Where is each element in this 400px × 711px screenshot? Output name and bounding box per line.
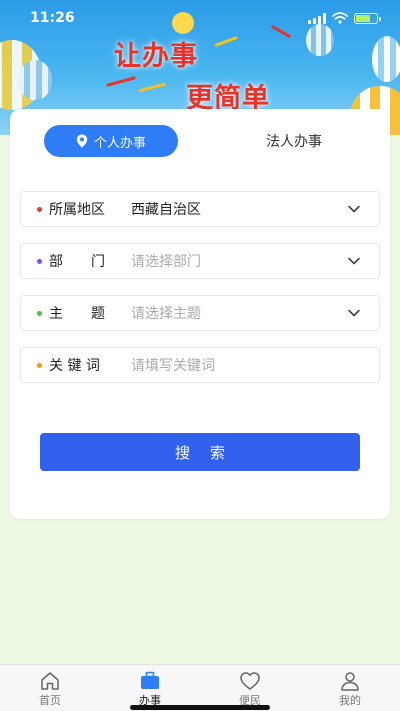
region-label: 所属地区: [49, 202, 105, 218]
keyword-input[interactable]: 关 键 词 请填写关键词: [20, 347, 380, 383]
topic-select[interactable]: 主 题 请选择主题: [20, 295, 380, 331]
status-time: 11:26: [30, 10, 75, 26]
required-dot: [37, 206, 42, 212]
search-button[interactable]: 搜索: [40, 433, 360, 471]
search-button-label: 搜索: [174, 443, 245, 462]
status-icons: [308, 12, 381, 24]
wifi-icon: [332, 12, 348, 24]
region-select[interactable]: 所属地区 西藏自治区: [20, 191, 380, 227]
home-icon: [41, 672, 59, 690]
status-bar: 11:26: [0, 0, 400, 36]
location-pin-icon: [76, 134, 88, 148]
tab-personal[interactable]: 个人办事: [44, 125, 178, 157]
slogan-line-1: 让办事: [114, 41, 198, 72]
balloon-decoration: [372, 36, 400, 82]
user-icon: [341, 672, 359, 691]
chevron-down-icon: [348, 309, 360, 317]
nav-home[interactable]: 首页: [0, 665, 100, 711]
decorative-stroke: [138, 82, 166, 93]
chevron-down-icon: [348, 257, 360, 265]
home-indicator: [130, 705, 270, 710]
battery-icon: [354, 12, 381, 24]
topic-placeholder: 请选择主题: [131, 306, 201, 322]
decorative-stroke: [106, 76, 136, 87]
keyword-placeholder: 请填写关键词: [131, 358, 215, 374]
required-dot: [37, 258, 42, 264]
tab-corporate[interactable]: 法人办事: [224, 125, 364, 157]
topic-label: 主 题: [49, 306, 105, 322]
chevron-down-icon: [348, 205, 360, 213]
nav-profile-label: 我的: [339, 694, 361, 707]
required-dot: [37, 362, 42, 368]
signal-icon: [308, 12, 326, 24]
nav-profile[interactable]: 我的: [300, 665, 400, 711]
balloon-decoration: [18, 60, 52, 100]
region-value: 西藏自治区: [131, 202, 201, 218]
tab-personal-label: 个人办事: [93, 135, 146, 151]
bottom-nav: 首页 办事 便民 我的: [0, 664, 400, 711]
briefcase-icon: [141, 671, 159, 689]
search-card: 个人办事 法人办事 所属地区 西藏自治区 部 门 请选择部门 主 题 请选择主题…: [10, 109, 390, 519]
tab-corporate-label: 法人办事: [266, 134, 322, 150]
department-label: 部 门: [49, 254, 105, 270]
keyword-label: 关 键 词: [49, 358, 100, 374]
service-tabs: 个人办事 法人办事: [44, 125, 364, 157]
decorative-stroke: [214, 35, 238, 48]
department-placeholder: 请选择部门: [131, 254, 201, 270]
heart-icon: [240, 672, 260, 690]
nav-home-label: 首页: [39, 694, 61, 707]
required-dot: [37, 310, 42, 316]
department-select[interactable]: 部 门 请选择部门: [20, 243, 380, 279]
